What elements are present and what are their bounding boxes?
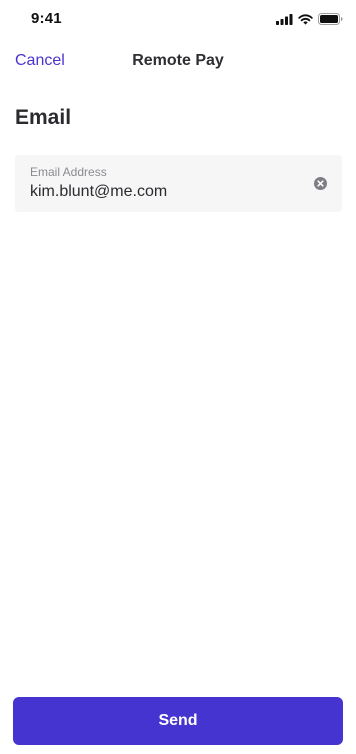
status-icons: [276, 12, 343, 26]
status-time: 9:41: [31, 10, 62, 27]
status-bar: 9:41: [0, 0, 356, 40]
email-field-label: Email Address: [30, 165, 107, 179]
cancel-button[interactable]: Cancel: [15, 52, 65, 70]
navigation-bar: Remote Pay Cancel: [0, 46, 356, 76]
clear-circle-icon[interactable]: [314, 177, 327, 190]
email-input[interactable]: [30, 183, 300, 201]
wifi-icon: [298, 13, 313, 25]
email-field[interactable]: Email Address: [15, 155, 342, 212]
section-heading: Email: [15, 106, 72, 129]
send-button[interactable]: Send: [13, 697, 343, 745]
cellular-signal-icon: [276, 13, 293, 25]
battery-icon: [318, 13, 343, 25]
